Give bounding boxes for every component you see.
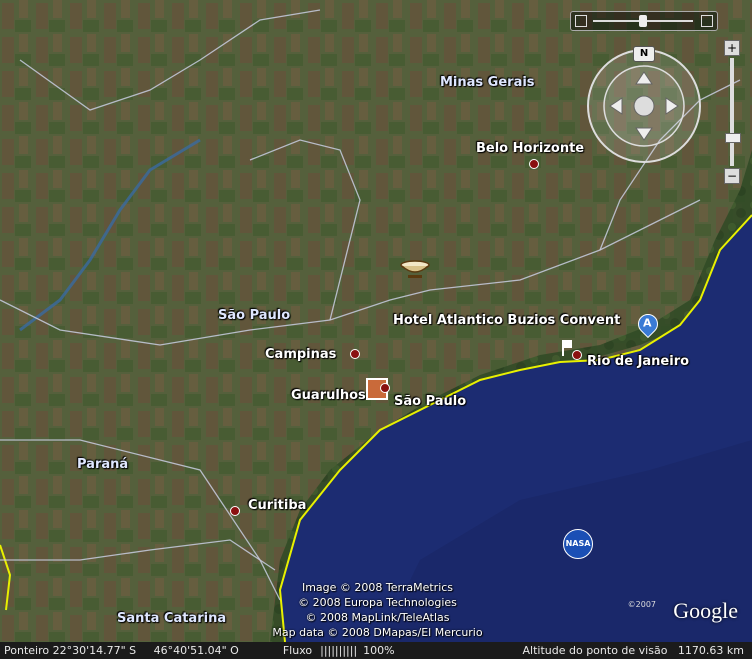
- zoom-slider[interactable]: + −: [724, 40, 741, 186]
- google-copyright-year: ©2007: [627, 600, 656, 609]
- state-label-parana: Paraná: [77, 457, 129, 472]
- zoom-track[interactable]: [730, 58, 734, 166]
- imagery-attribution: Image © 2008 TerraMetrics © 2008 Europa …: [255, 580, 500, 640]
- city-dot-curitiba[interactable]: [230, 506, 240, 516]
- pointer-coordinates: Ponteiro 22°30'14.77" S 46°40'51.04" O: [4, 644, 239, 657]
- toolbar-slider-thumb[interactable]: [639, 15, 647, 27]
- flag-marker-icon[interactable]: [562, 340, 572, 356]
- placemark-a-letter: A: [643, 316, 652, 330]
- zoom-thumb[interactable]: [725, 133, 741, 143]
- state-label-santa-catarina: Santa Catarina: [117, 611, 227, 626]
- toolbar-right-icon[interactable]: [701, 15, 713, 27]
- city-dot-sao-paulo[interactable]: [380, 383, 390, 393]
- attribution-line-3: © 2008 MapLink/TeleAtlas: [305, 611, 450, 624]
- city-label-guarulhos[interactable]: Guarulhos: [291, 388, 366, 403]
- toolbar-left-icon[interactable]: [575, 15, 587, 27]
- nasa-label: NASA: [565, 539, 591, 548]
- compass-north-label: N: [639, 48, 649, 59]
- state-label-sao-paulo: São Paulo: [218, 308, 291, 323]
- zoom-out-icon: −: [726, 169, 738, 183]
- compass-north-button[interactable]: N: [633, 46, 655, 62]
- zoom-in-icon: +: [726, 41, 738, 55]
- navigation-compass[interactable]: [584, 46, 704, 166]
- city-dot-belo-horizonte[interactable]: [529, 159, 539, 169]
- nasa-logo-icon[interactable]: NASA: [563, 529, 593, 559]
- city-dot-campinas[interactable]: [350, 349, 360, 359]
- zoom-in-button[interactable]: +: [724, 40, 740, 56]
- state-label-minas-gerais: Minas Gerais: [440, 75, 535, 90]
- look-center-icon[interactable]: [633, 95, 655, 117]
- stream-progress-bars: ||||||||||: [320, 644, 358, 657]
- viewpoint-altitude: Altitude do ponto de visão 1170.63 km: [522, 644, 745, 657]
- hotel-placemark-label[interactable]: Hotel Atlantico Buzios Convent: [393, 313, 620, 328]
- city-label-sao-paulo[interactable]: São Paulo: [394, 394, 466, 409]
- city-dot-rio-de-janeiro[interactable]: [572, 350, 582, 360]
- stream-label: Fluxo: [282, 644, 313, 657]
- city-label-campinas[interactable]: Campinas: [265, 347, 336, 362]
- attribution-line-2: © 2008 Europa Technologies: [298, 596, 457, 609]
- city-label-belo-horizonte[interactable]: Belo Horizonte: [476, 141, 584, 156]
- google-logo: Google: [673, 598, 738, 623]
- attribution-line-4: Map data © 2008 DMapas/El Mercurio: [272, 626, 483, 639]
- city-label-curitiba[interactable]: Curitiba: [248, 498, 306, 513]
- status-bar: Ponteiro 22°30'14.77" S 46°40'51.04" O F…: [0, 642, 752, 659]
- view-slider-toolbar[interactable]: [570, 11, 718, 31]
- map-view[interactable]: Minas Gerais São Paulo Paraná Santa Cata…: [0, 0, 752, 659]
- food-bowl-icon[interactable]: [398, 256, 432, 280]
- attribution-line-1: Image © 2008 TerraMetrics: [301, 581, 454, 594]
- stream-percent: 100%: [363, 644, 395, 657]
- zoom-out-button[interactable]: −: [724, 168, 740, 184]
- city-label-rio-de-janeiro[interactable]: Rio de Janeiro: [587, 354, 689, 369]
